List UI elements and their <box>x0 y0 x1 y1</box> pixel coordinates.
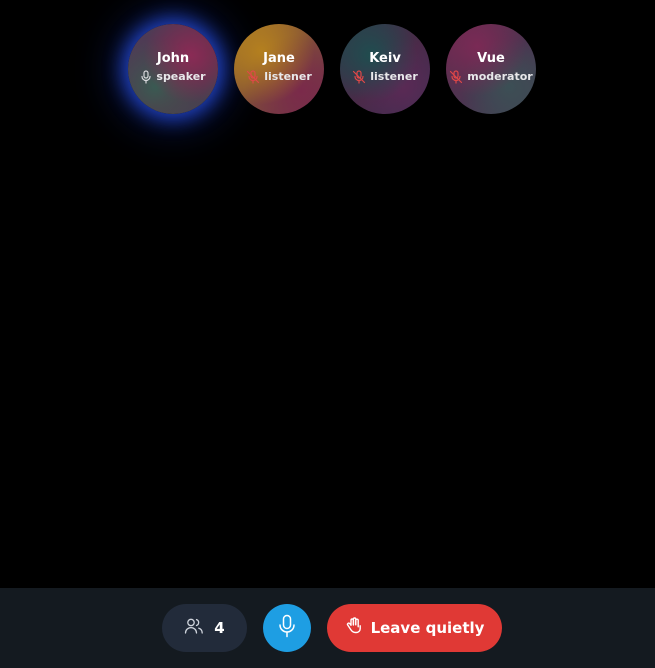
microphone-muted-icon <box>246 69 260 84</box>
participant-role: listener <box>370 70 418 83</box>
participant-keiv[interactable]: Keiv listener <box>340 24 430 114</box>
microphone-icon <box>140 69 152 84</box>
microphone-icon <box>278 614 296 642</box>
participant-vue[interactable]: Vue moderator <box>446 24 536 114</box>
leave-quietly-label: Leave quietly <box>370 619 485 637</box>
participant-name: Jane <box>263 50 295 66</box>
participant-role-row: listener <box>246 69 312 84</box>
participant-name: John <box>156 50 190 66</box>
microphone-muted-icon <box>449 69 463 84</box>
microphone-toggle-button[interactable] <box>263 604 311 652</box>
participant-count: 4 <box>214 619 225 637</box>
participant-role-row: listener <box>352 69 418 84</box>
bottom-control-bar: 4 Leave quietly <box>0 588 655 668</box>
users-icon <box>184 617 204 639</box>
participant-role: moderator <box>467 70 533 83</box>
participant-role-row: moderator <box>449 69 533 84</box>
control-group: 4 Leave quietly <box>162 604 502 652</box>
participant-count-button[interactable]: 4 <box>162 604 247 652</box>
participant-role-row: speaker <box>140 69 206 84</box>
participant-name: Vue <box>477 50 505 66</box>
participant-role: listener <box>264 70 312 83</box>
microphone-muted-icon <box>352 69 366 84</box>
participant-name: Keiv <box>369 50 401 66</box>
hand-wave-icon <box>345 617 363 639</box>
participant-role: speaker <box>156 70 206 83</box>
room-stage: John speaker Jane listener Keiv listener… <box>0 0 655 668</box>
participant-grid: John speaker Jane listener Keiv listener… <box>128 24 536 114</box>
participant-jane[interactable]: Jane listener <box>234 24 324 114</box>
leave-quietly-button[interactable]: Leave quietly <box>327 604 502 652</box>
participant-john[interactable]: John speaker <box>128 24 218 114</box>
